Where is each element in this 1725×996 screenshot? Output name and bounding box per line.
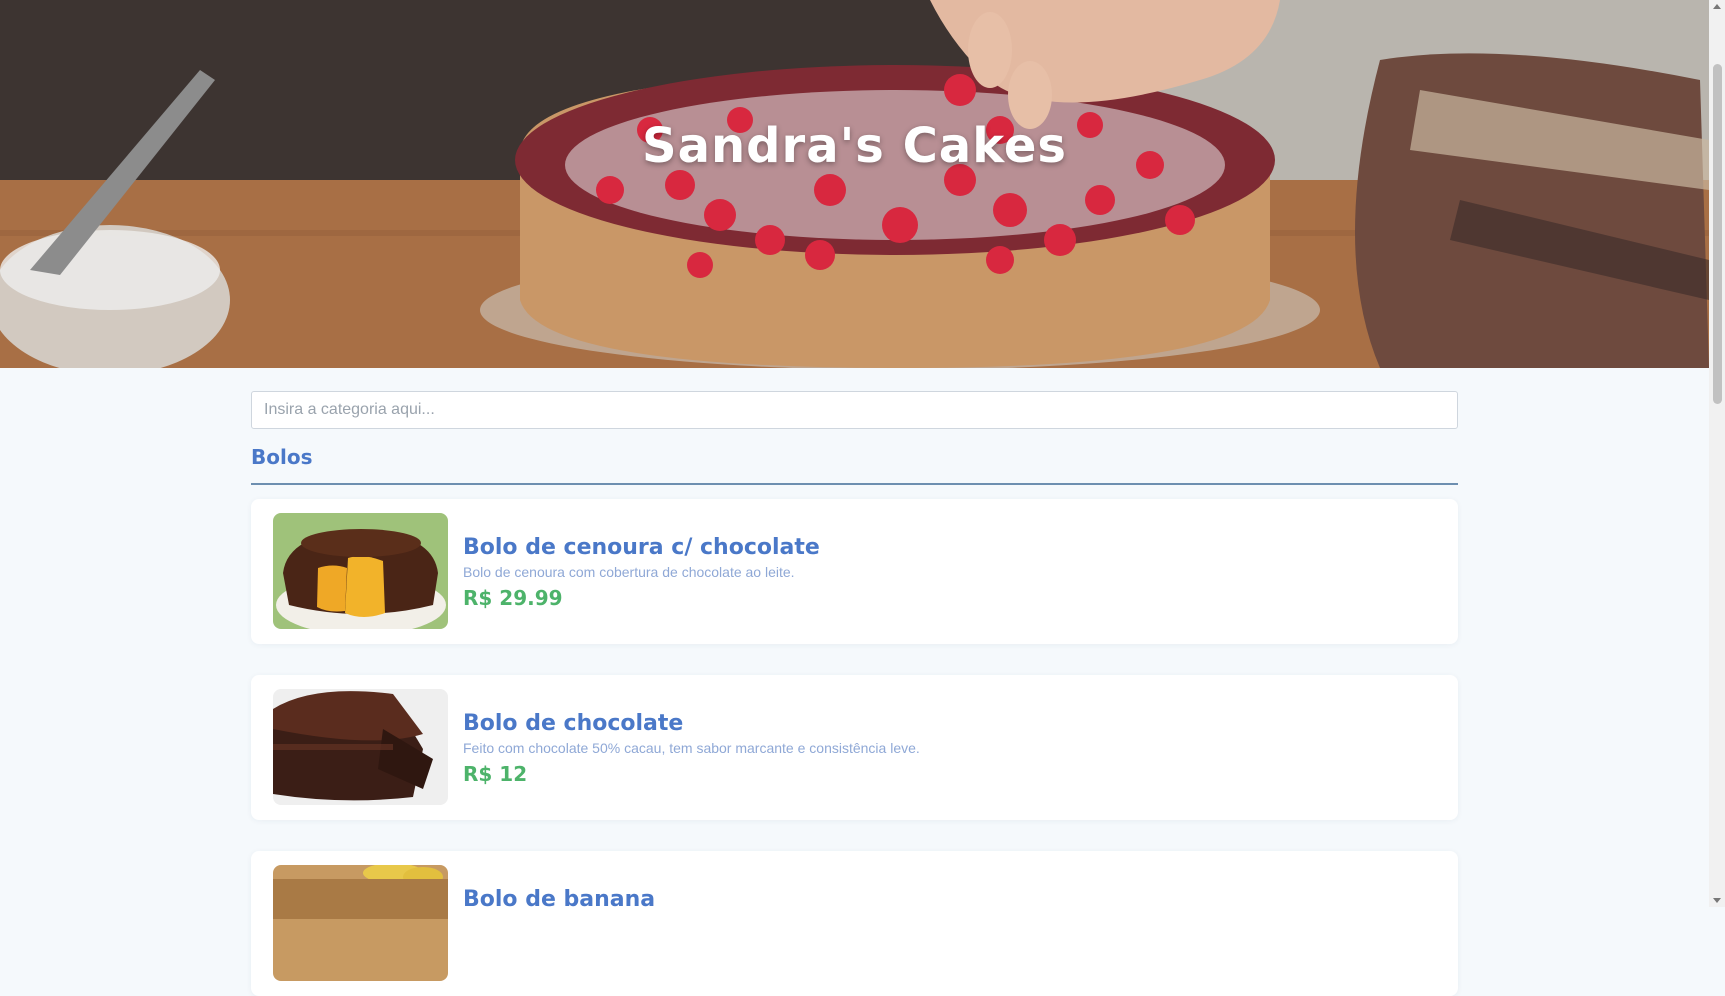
site-title: Sandra's Cakes <box>642 118 1067 174</box>
product-image <box>273 513 448 629</box>
product-card[interactable]: Bolo de chocolate Feito com chocolate 50… <box>251 675 1458 820</box>
category-search-input[interactable] <box>251 391 1458 429</box>
scroll-up-arrow-icon[interactable] <box>1713 4 1721 9</box>
product-info: Bolo de banana <box>463 887 1438 918</box>
product-title[interactable]: Bolo de cenoura c/ chocolate <box>463 535 1438 560</box>
category-divider <box>251 483 1458 485</box>
product-title[interactable]: Bolo de chocolate <box>463 711 1438 736</box>
hero-cake-image <box>0 0 1709 368</box>
hero-banner: Sandra's Cakes <box>0 0 1709 368</box>
scroll-down-arrow-icon[interactable] <box>1713 898 1721 903</box>
product-card[interactable]: Bolo de cenoura c/ chocolate Bolo de cen… <box>251 499 1458 644</box>
product-image <box>273 865 448 981</box>
page-scrollbar[interactable] <box>1709 0 1725 907</box>
product-info: Bolo de chocolate Feito com chocolate 50… <box>463 711 1438 786</box>
product-price: R$ 12 <box>463 762 528 786</box>
category-heading: Bolos <box>251 445 313 469</box>
product-description: Bolo de cenoura com cobertura de chocola… <box>463 564 795 580</box>
product-title[interactable]: Bolo de banana <box>463 887 1438 912</box>
product-description: Feito com chocolate 50% cacau, tem sabor… <box>463 740 920 756</box>
main-content: Bolos <box>251 391 1458 485</box>
product-card[interactable]: Bolo de banana <box>251 851 1458 996</box>
product-info: Bolo de cenoura c/ chocolate Bolo de cen… <box>463 535 1438 610</box>
product-image <box>273 689 448 805</box>
scrollbar-thumb[interactable] <box>1713 64 1722 404</box>
product-price: R$ 29.99 <box>463 586 563 610</box>
